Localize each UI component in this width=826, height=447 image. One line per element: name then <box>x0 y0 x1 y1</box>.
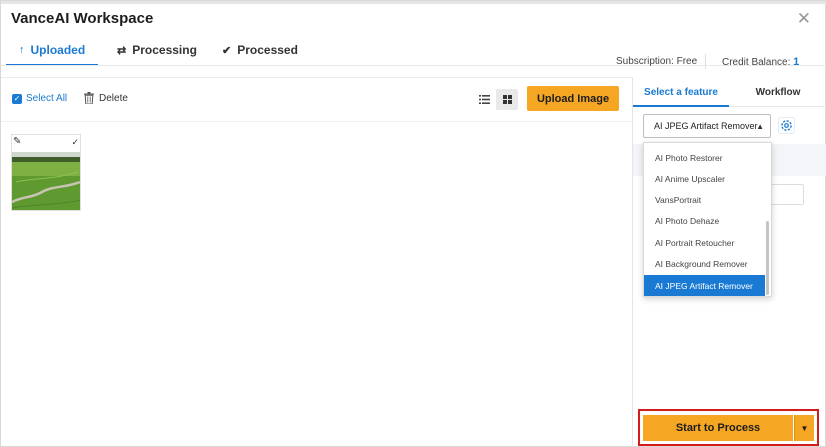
feature-panel-tabs: Select a feature Workflow <box>633 77 826 107</box>
credit-balance-value: 1 <box>793 56 800 68</box>
caret-up-icon: ▲ <box>756 122 764 131</box>
caret-down-icon[interactable]: ▼ <box>794 415 814 441</box>
start-to-process-button[interactable]: Start to Process <box>643 415 793 441</box>
dropdown-option-selected[interactable]: AI JPEG Artifact Remover <box>644 275 765 296</box>
dropdown-option[interactable]: VansPortrait <box>644 189 765 210</box>
dropdown-scrollbar[interactable] <box>766 221 769 295</box>
subscription-value: Free <box>676 56 698 67</box>
image-toolbar: ✓ Select All Delete Upload Image <box>1 77 632 121</box>
feature-select-value: AI JPEG Artifact Remover <box>654 121 758 131</box>
active-feature-tab-indicator <box>633 105 729 107</box>
grid-view-button[interactable] <box>496 89 518 110</box>
list-view-button[interactable] <box>473 89 495 110</box>
credit-balance-label: Credit Balance: <box>722 57 791 68</box>
list-view-icon <box>478 95 490 104</box>
thumbnail-header: ✎ ✓ <box>12 135 80 152</box>
start-process-highlight: Start to Process ▼ <box>638 409 819 446</box>
upload-arrow-icon: ↑ <box>19 44 25 56</box>
trash-icon <box>84 92 94 104</box>
panel-divider <box>632 77 633 447</box>
delete-label: Delete <box>99 92 128 104</box>
checkbox-checked-icon: ✓ <box>12 93 22 104</box>
select-all-checkbox[interactable]: ✓ Select All <box>12 93 67 104</box>
gear-icon[interactable] <box>778 117 795 134</box>
dropdown-option[interactable]: AI Photo Restorer <box>644 147 765 168</box>
dropdown-option[interactable]: AI Background Remover <box>644 253 765 274</box>
top-strip <box>1 1 826 4</box>
dropdown-option[interactable]: AI Photo Dehaze <box>644 210 765 231</box>
feature-select[interactable]: AI JPEG Artifact Remover ▲ <box>643 114 771 138</box>
tab-processed[interactable]: ✔ Processed <box>212 35 302 65</box>
image-thumbnail[interactable]: ✎ ✓ <box>11 134 81 211</box>
tab-select-feature[interactable]: Select a feature <box>633 77 729 107</box>
dropdown-option[interactable]: AI Portrait Retoucher <box>644 232 765 253</box>
feature-option-input[interactable] <box>768 184 804 205</box>
grid-view-icon <box>502 95 512 104</box>
tab-processed-label: Processed <box>237 43 298 57</box>
tab-workflow[interactable]: Workflow <box>729 77 826 107</box>
select-all-label: Select All <box>26 93 68 104</box>
tab-uploaded-label: Uploaded <box>30 43 86 57</box>
close-icon[interactable]: ✕ <box>797 10 811 27</box>
image-source-icon: ✎ <box>13 136 22 147</box>
thumbnail-check-icon[interactable]: ✓ <box>71 137 79 148</box>
subscription-info: Subscription: Free <box>616 56 697 67</box>
dropdown-option[interactable]: AI Anime Upscaler <box>644 168 765 189</box>
upload-image-button[interactable]: Upload Image <box>527 86 619 111</box>
refresh-icon: ⇄ <box>117 44 127 57</box>
tab-uploaded[interactable]: ↑ Uploaded <box>9 35 98 65</box>
credit-balance-info: Credit Balance: 1 <box>722 56 799 68</box>
check-circle-icon: ✔ <box>222 44 232 57</box>
delete-button[interactable]: Delete <box>84 92 128 104</box>
window-title: VanceAI Workspace <box>11 10 154 27</box>
tabs-divider <box>1 65 826 66</box>
tab-processing-label: Processing <box>132 43 197 57</box>
feature-dropdown-menu: AI Photo Restorer AI Anime Upscaler Vans… <box>643 142 772 297</box>
landscape-photo <box>12 152 80 210</box>
workspace-window: VanceAI Workspace ✕ ↑ Uploaded ⇄ Process… <box>0 0 826 447</box>
account-divider <box>705 54 706 69</box>
toolbar-divider <box>1 121 632 122</box>
subscription-label: Subscription: <box>616 56 674 67</box>
tab-processing[interactable]: ⇄ Processing <box>107 35 201 65</box>
